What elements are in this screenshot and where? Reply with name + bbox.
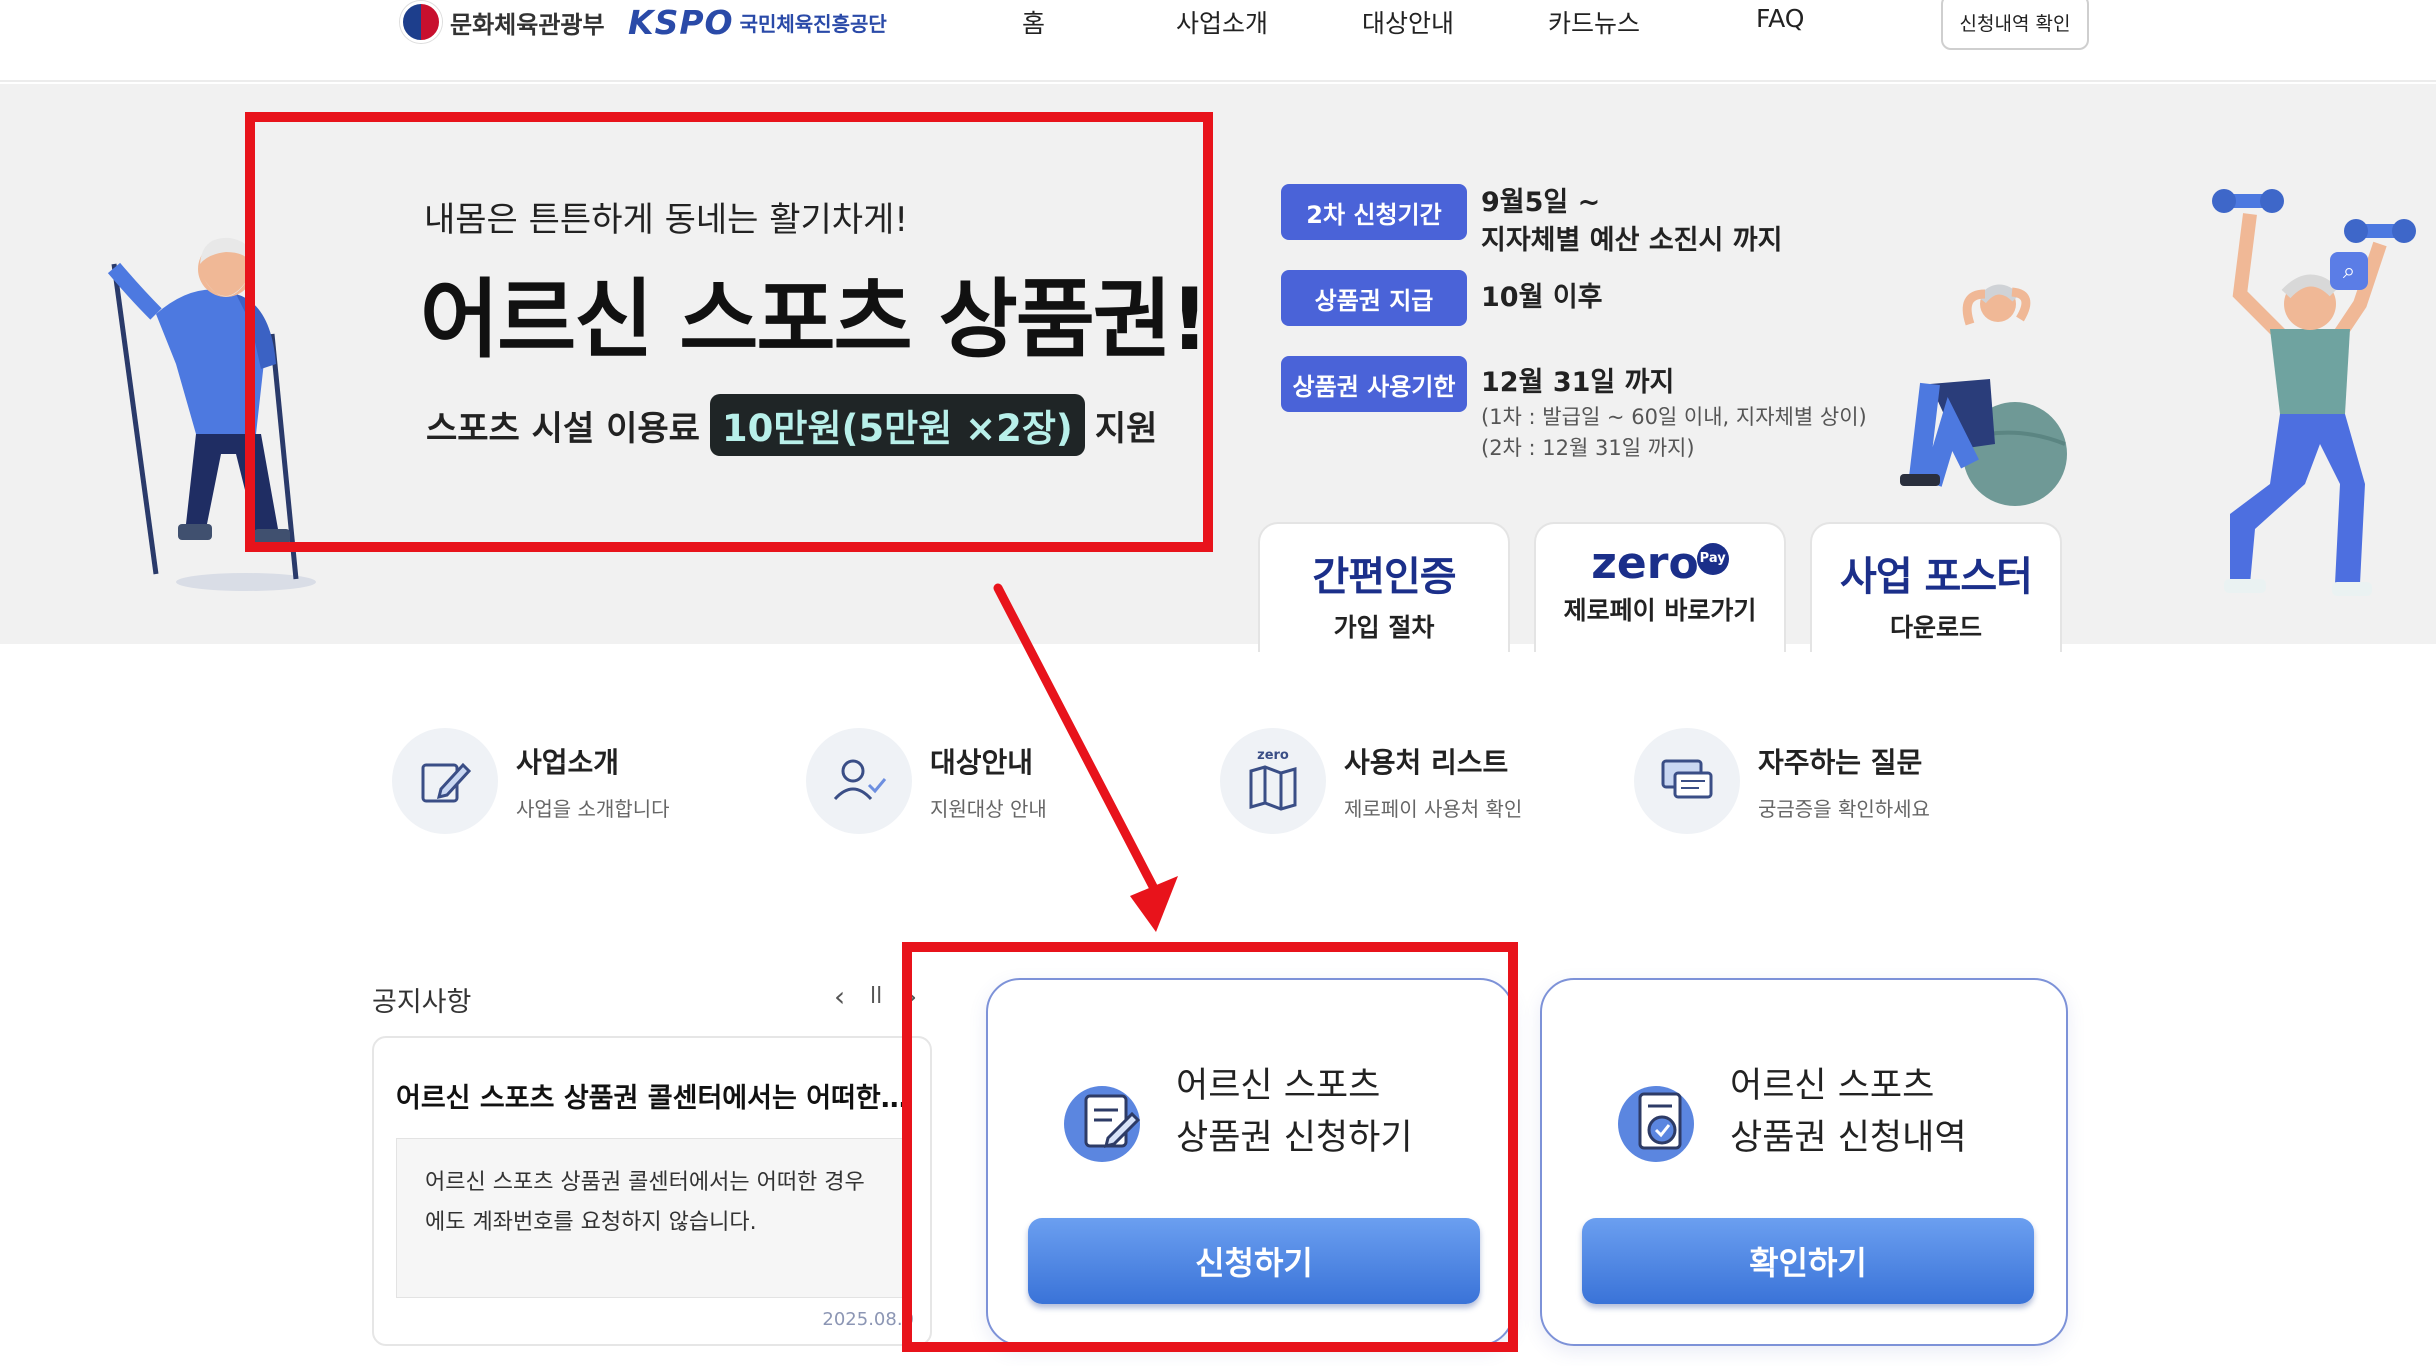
info-text-line: 12월 31일 까지: [1481, 367, 1675, 398]
category-places[interactable]: zero 사용처 리스트 제로페이 사용처 확인: [1220, 728, 1522, 834]
map-icon: zero: [1220, 728, 1326, 834]
category-desc: 제로페이 사용처 확인: [1344, 796, 1523, 821]
quick-link-sub: 가입 절차: [1333, 613, 1435, 642]
taegeuk-icon: [400, 1, 442, 43]
history-card-line: 어르신 스포츠: [1730, 1066, 1935, 1106]
quick-link-main: 간편인증: [1312, 554, 1456, 600]
info-issue: 상품권 지급 10월 이후: [1281, 270, 1603, 326]
info-apply-period: 2차 신청기간 9월5일 ~ 지자체별 예산 소진시 까지: [1281, 184, 1782, 260]
info-text: 10월 이후: [1481, 282, 1603, 313]
category-faq[interactable]: 자주하는 질문 궁금증을 확인하세요: [1634, 728, 1930, 834]
pause-icon[interactable]: ll: [870, 984, 882, 1009]
notice-headline[interactable]: 어르신 스포츠 상품권 콜센터에서는 어떠한 경우에도 계좌번호를 요청하지 않…: [396, 1076, 916, 1115]
application-history-icon: [1618, 1086, 1694, 1162]
kspo-logo[interactable]: KSPO 국민체육진흥공단: [628, 0, 887, 44]
ministry-logo[interactable]: 문화체육관광부: [400, 0, 605, 44]
info-text: 12월 31일 까지 (1차 : 발급일 ~ 60일 이내, 지자체별 상이) …: [1481, 356, 1867, 464]
history-card: 어르신 스포츠 상품권 신청내역 확인하기: [1540, 978, 2068, 1346]
quick-link-easy-auth[interactable]: 간편인증 가입 절차: [1258, 522, 1510, 652]
pay-badge: Pay: [1696, 542, 1729, 575]
quick-link-main: 사업 포스터: [1840, 554, 2033, 600]
quick-link-sub: 제로페이 바로가기: [1563, 596, 1757, 625]
notice-title: 공지사항: [372, 987, 472, 1018]
kspo-mark: KSPO: [628, 2, 734, 42]
lens-search-icon[interactable]: ⌕: [2330, 252, 2368, 290]
zero-pay-logo: zero Pay: [1591, 538, 1729, 589]
history-card-line: 상품권 신청내역: [1730, 1118, 1967, 1158]
dumbbell-elder-illustration: [2212, 189, 2416, 596]
ministry-name: 문화체육관광부: [450, 10, 605, 39]
kspo-name: 국민체육진흥공단: [739, 11, 887, 36]
nav-faq[interactable]: FAQ: [1756, 4, 1804, 33]
nav-home[interactable]: 홈: [1022, 4, 1045, 40]
annotation-box-hero: [245, 112, 1213, 552]
info-validity: 상품권 사용기한 12월 31일 까지 (1차 : 발급일 ~ 60일 이내, …: [1281, 356, 1867, 464]
annotation-box-apply: [902, 942, 1518, 1352]
notice-date: 2025.08.0: [822, 1309, 914, 1330]
category-title: 사업소개: [516, 745, 620, 779]
category-title: 사용처 리스트: [1344, 745, 1509, 779]
chevron-left-icon[interactable]: ‹: [834, 980, 845, 1013]
history-card-text: 어르신 스포츠 상품권 신청내역: [1730, 1060, 1967, 1164]
zero-logo-text: zero: [1591, 538, 1699, 589]
quick-link-poster[interactable]: 사업 포스터 다운로드: [1810, 522, 2062, 652]
notice-body-line: 에도 계좌번호를 요청하지 않습니다.: [425, 1210, 757, 1235]
info-text-line: 9월5일 ~: [1481, 187, 1601, 218]
notice-card[interactable]: 어르신 스포츠 상품권 콜센터에서는 어떠한 경우에도 계좌번호를 요청하지 않…: [372, 1036, 932, 1346]
edit-document-icon: [392, 728, 498, 834]
confirm-button[interactable]: 확인하기: [1582, 1218, 2034, 1304]
nav-about[interactable]: 사업소개: [1176, 4, 1268, 40]
category-desc: 궁금증을 확인하세요: [1758, 796, 1930, 821]
application-check-button[interactable]: 신청내역 확인: [1941, 0, 2089, 50]
annotation-arrow: [993, 583, 1178, 932]
nav-cardnews[interactable]: 카드뉴스: [1548, 4, 1640, 40]
notice-body: 어르신 스포츠 상품권 콜센터에서는 어떠한 경우 에도 계좌번호를 요청하지 …: [396, 1138, 912, 1298]
user-check-icon: [806, 728, 912, 834]
info-pill-label: 상품권 지급: [1281, 270, 1467, 326]
notice-body-line: 어르신 스포츠 상품권 콜센터에서는 어떠한 경우: [425, 1170, 865, 1195]
exercise-ball-illustration: [1900, 284, 2067, 506]
info-pill-label: 2차 신청기간: [1281, 184, 1467, 240]
category-about[interactable]: 사업소개 사업을 소개합니다: [392, 728, 670, 834]
quick-link-sub: 다운로드: [1889, 613, 1982, 642]
info-small-line: (2차 : 12월 31일 까지): [1481, 436, 1695, 460]
category-title: 자주하는 질문: [1758, 745, 1923, 779]
site-header: 문화체육관광부 KSPO 국민체육진흥공단 홈 사업소개 대상안내 카드뉴스 F…: [0, 0, 2436, 82]
chat-icon: [1634, 728, 1740, 834]
info-small-line: (1차 : 발급일 ~ 60일 이내, 지자체별 상이): [1481, 405, 1867, 429]
info-text-line: 지자체별 예산 소진시 까지: [1481, 225, 1783, 256]
info-pill-label: 상품권 사용기한: [1281, 356, 1467, 412]
quick-link-zeropay[interactable]: zero Pay 제로페이 바로가기: [1534, 522, 1786, 652]
map-icon-label: zero: [1257, 747, 1289, 763]
nav-target[interactable]: 대상안내: [1362, 4, 1454, 40]
info-text: 9월5일 ~ 지자체별 예산 소진시 까지: [1481, 184, 1782, 260]
category-desc: 사업을 소개합니다: [516, 796, 670, 821]
